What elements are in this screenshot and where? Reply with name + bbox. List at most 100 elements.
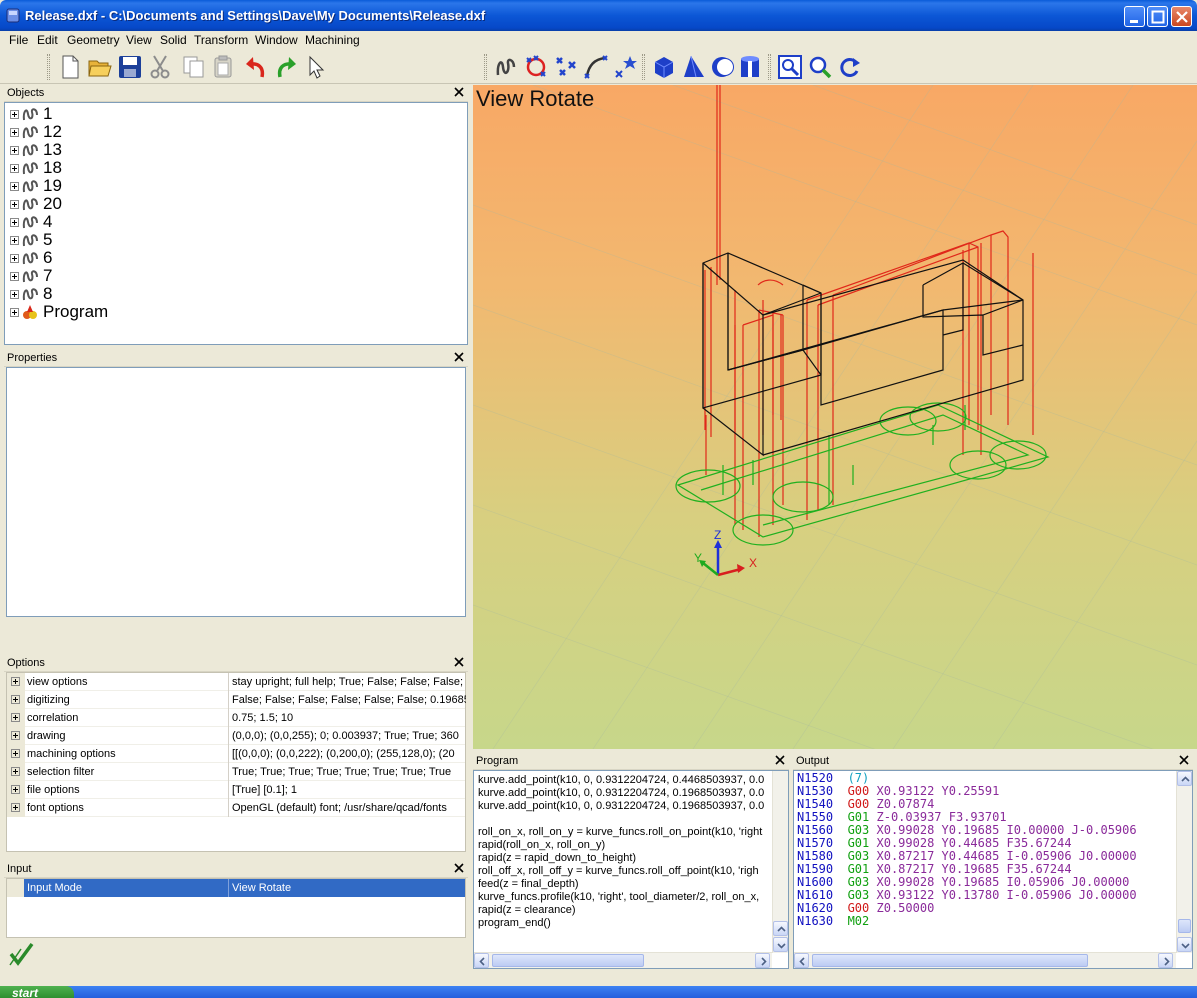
tree-item-sketch[interactable]: 8 xyxy=(5,284,467,303)
tree-item-sketch[interactable]: 4 xyxy=(5,212,467,231)
expand-icon[interactable] xyxy=(10,110,19,119)
tree-item-sketch[interactable]: 12 xyxy=(5,122,467,141)
select-button[interactable] xyxy=(302,53,330,81)
checkmark-icon[interactable] xyxy=(8,941,34,967)
minimize-button[interactable] xyxy=(1124,6,1145,27)
redo-button[interactable] xyxy=(272,53,300,81)
cone-button[interactable] xyxy=(680,53,708,81)
new-file-button[interactable] xyxy=(56,53,84,81)
menu-file[interactable]: File xyxy=(9,33,28,47)
menu-edit[interactable]: Edit xyxy=(37,33,58,47)
option-row[interactable]: file options [True] [0.1]; 1 xyxy=(7,781,465,799)
scroll-thumb[interactable] xyxy=(492,954,644,967)
scroll-right-button[interactable] xyxy=(755,953,770,968)
zoom-window-button[interactable] xyxy=(776,53,804,81)
option-row[interactable]: machining options [[(0,0,0); (0,0,222); (… xyxy=(7,745,465,763)
expand-icon[interactable] xyxy=(10,128,19,137)
expand-icon[interactable] xyxy=(11,713,20,722)
expand-icon[interactable] xyxy=(10,272,19,281)
rotate-view-button[interactable] xyxy=(836,53,864,81)
tree-item-sketch[interactable]: 13 xyxy=(5,140,467,159)
menu-machining[interactable]: Machining xyxy=(305,33,360,47)
tree-item-program[interactable]: Program xyxy=(5,302,467,321)
option-row[interactable]: digitizing False; False; False; False; Fa… xyxy=(7,691,466,709)
scroll-right-button[interactable] xyxy=(1158,953,1173,968)
expand-icon[interactable] xyxy=(10,290,19,299)
tree-item-sketch[interactable]: 6 xyxy=(5,248,467,267)
gcode-output[interactable]: N1520 (7) N1530 G00 X0.93122 Y0.25591 N154… xyxy=(797,772,1175,952)
output-hscroll[interactable] xyxy=(794,952,1176,968)
expand-icon[interactable] xyxy=(10,146,19,155)
scroll-up-button[interactable] xyxy=(773,921,788,936)
zoom-button[interactable] xyxy=(806,53,834,81)
expand-icon[interactable] xyxy=(10,308,19,317)
open-button[interactable] xyxy=(86,53,114,81)
3d-viewport[interactable]: Z X Y View Rotate xyxy=(473,85,1197,749)
input-mode-row[interactable]: Input Mode View Rotate xyxy=(24,879,465,897)
program-editor[interactable]: kurve.add_point(k10, 0, 0.9312204724, 0.… xyxy=(473,770,789,969)
scroll-left-button[interactable] xyxy=(794,953,809,968)
expand-icon[interactable] xyxy=(11,677,20,686)
paste-button[interactable] xyxy=(210,53,238,81)
expand-icon[interactable] xyxy=(11,731,20,740)
close-icon[interactable] xyxy=(453,656,465,668)
toolbar-grip[interactable] xyxy=(484,54,487,80)
scroll-down-button[interactable] xyxy=(1177,937,1192,952)
points-button[interactable] xyxy=(552,53,580,81)
option-row[interactable]: drawing (0,0,0); (0,0,255); 0; 0.003937; … xyxy=(7,727,465,745)
option-row[interactable]: font options OpenGL (default) font; /usr/… xyxy=(7,799,465,817)
option-row[interactable]: selection filter True; True; True; True; … xyxy=(7,763,465,781)
close-icon[interactable] xyxy=(774,754,786,766)
sphere-button[interactable] xyxy=(708,53,736,81)
tree-item-sketch[interactable]: 5 xyxy=(5,230,467,249)
scroll-left-button[interactable] xyxy=(474,953,489,968)
copy-button[interactable] xyxy=(180,53,208,81)
expand-icon[interactable] xyxy=(11,749,20,758)
scroll-thumb[interactable] xyxy=(1178,919,1191,933)
scroll-up-button[interactable] xyxy=(1177,771,1192,786)
undo-button[interactable] xyxy=(242,53,270,81)
expand-icon[interactable] xyxy=(10,254,19,263)
tree-item-sketch[interactable]: 20 xyxy=(5,194,467,213)
close-button[interactable] xyxy=(1171,6,1192,27)
menu-transform[interactable]: Transform xyxy=(194,33,248,47)
cut-button[interactable] xyxy=(146,53,174,81)
close-icon[interactable] xyxy=(453,86,465,98)
scene-canvas[interactable]: Z X Y xyxy=(473,85,1197,749)
toolbar-grip[interactable] xyxy=(768,54,771,80)
menu-window[interactable]: Window xyxy=(255,33,298,47)
expand-icon[interactable] xyxy=(10,164,19,173)
sketch-button[interactable] xyxy=(492,53,520,81)
menu-geometry[interactable]: Geometry xyxy=(67,33,120,47)
expand-icon[interactable] xyxy=(11,767,20,776)
properties-list[interactable] xyxy=(6,367,466,617)
expand-icon[interactable] xyxy=(11,785,20,794)
output-vscroll[interactable] xyxy=(1176,771,1192,953)
toolbar-grip[interactable] xyxy=(642,54,645,80)
tree-item-sketch[interactable]: 7 xyxy=(5,266,467,285)
menu-view[interactable]: View xyxy=(126,33,152,47)
cylinder-button[interactable] xyxy=(736,53,764,81)
save-button[interactable] xyxy=(116,53,144,81)
program-hscroll[interactable] xyxy=(474,952,772,968)
option-row[interactable]: correlation 0.75; 1.5; 10 xyxy=(7,709,465,727)
tree-item-sketch[interactable]: 18 xyxy=(5,158,467,177)
circle-points-button[interactable] xyxy=(522,53,550,81)
expand-icon[interactable] xyxy=(10,236,19,245)
program-code[interactable]: kurve.add_point(k10, 0, 0.9312204724, 0.… xyxy=(478,774,766,950)
option-row[interactable]: view options stay upright; full help; Tru… xyxy=(7,673,465,691)
tree-item-sketch[interactable]: 1 xyxy=(5,104,467,123)
arc-button[interactable] xyxy=(582,53,610,81)
expand-icon[interactable] xyxy=(11,695,20,704)
star-points-button[interactable] xyxy=(612,53,640,81)
tree-item-sketch[interactable]: 19 xyxy=(5,176,467,195)
menu-solid[interactable]: Solid xyxy=(160,33,187,47)
close-icon[interactable] xyxy=(453,862,465,874)
expand-icon[interactable] xyxy=(10,218,19,227)
close-icon[interactable] xyxy=(453,351,465,363)
expand-icon[interactable] xyxy=(10,182,19,191)
maximize-button[interactable] xyxy=(1147,6,1168,27)
cube-button[interactable] xyxy=(650,53,678,81)
expand-icon[interactable] xyxy=(10,200,19,209)
output-console[interactable]: N1520 (7) N1530 G00 X0.93122 Y0.25591 N154… xyxy=(793,770,1193,969)
